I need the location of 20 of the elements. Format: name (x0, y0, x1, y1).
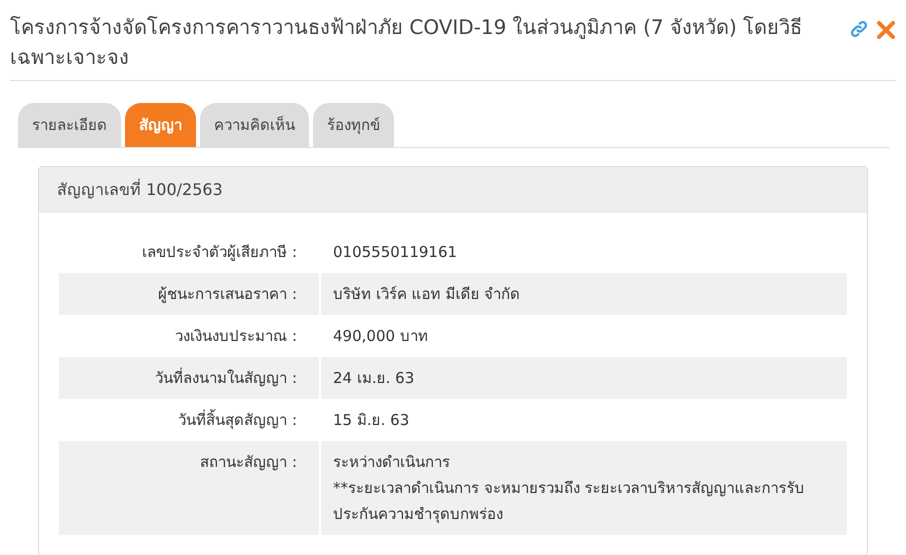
tab[interactable]: รายละเอียด (18, 103, 121, 147)
field-value: 24 เม.ย. 63 (333, 368, 414, 389)
card-heading: สัญญาเลขที่ 100/2563 (39, 167, 867, 213)
field-label: วันที่ลงนามในสัญญา : (155, 369, 297, 387)
field-note: **ระยะเวลาดำเนินการ จะหมายรวมถึง ระยะเวลาบริหารสัญญาและการรับประกันความชำรุดบกพร่อง (333, 478, 806, 526)
tab[interactable]: ความคิดเห็น (200, 103, 309, 147)
field-value: 0105550119161 (333, 242, 458, 263)
field-label: วงเงินงบประมาณ : (175, 327, 297, 345)
field-value: 490,000 บาท (333, 326, 428, 347)
link-icon[interactable] (850, 20, 868, 38)
field-value: 15 มิ.ย. 63 (333, 410, 410, 431)
close-icon[interactable] (876, 20, 896, 40)
field-label: สถานะสัญญา : (200, 453, 297, 471)
field-value: บริษัท เวิร์ค แอท มีเดีย จำกัด (333, 284, 520, 305)
field-label: เลขประจำตัวผู้เสียภาษี : (142, 243, 297, 261)
page-title: โครงการจ้างจัดโครงการคาราวานธงฟ้าฝ่าภัย COVID-19 ในส่วนภูมิภาค (7 จังหวัด) โดยวิธีเฉพาะเจาะจง (10, 14, 804, 71)
field-value: ระหว่างดำเนินการ (333, 452, 450, 473)
tab[interactable]: ร้องทุกข์ (313, 103, 394, 147)
field-label: ผู้ชนะการเสนอราคา : (158, 285, 297, 303)
field-label: วันที่สิ้นสุดสัญญา : (178, 411, 297, 429)
